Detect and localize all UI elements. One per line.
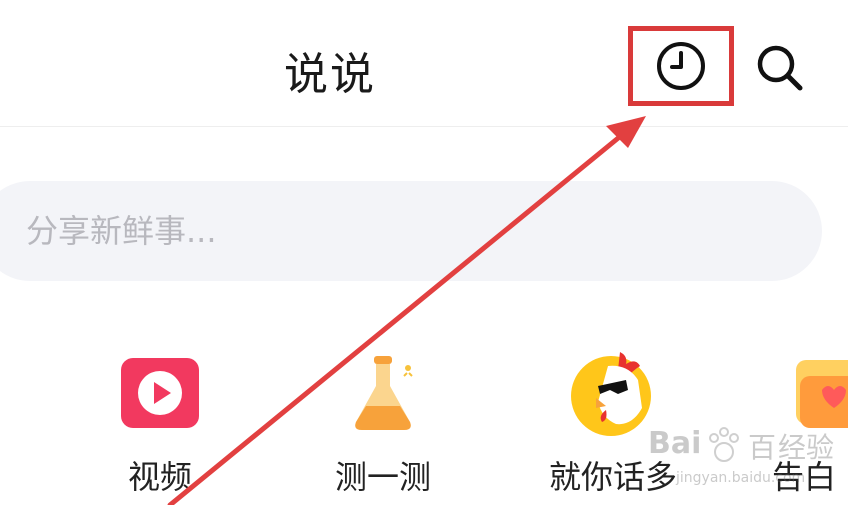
search-icon	[757, 45, 803, 91]
shortcut-video[interactable]: 视频	[75, 350, 245, 500]
shortcut-label: 告白	[772, 458, 837, 496]
history-button[interactable]	[628, 26, 734, 106]
shortcut-label: 视频	[127, 458, 192, 496]
rooster-sunglasses-icon	[571, 352, 651, 436]
clock-icon	[657, 42, 705, 90]
shortcut-test[interactable]: 测一测	[298, 350, 468, 500]
shortcut-talkative[interactable]: 就你话多	[528, 350, 698, 500]
video-play-icon	[121, 358, 199, 428]
shortcut-label: 就你话多	[548, 458, 677, 496]
page-title: 说说	[284, 49, 376, 100]
heart-card-icon	[796, 360, 848, 428]
shortcut-confession[interactable]: 告白	[726, 350, 848, 500]
app-screen: 说说 视频	[0, 0, 848, 505]
compose-input[interactable]	[0, 181, 822, 281]
flask-icon	[355, 356, 413, 430]
shortcut-label: 测一测	[334, 458, 431, 496]
top-bar: 说说	[0, 0, 848, 127]
search-button[interactable]	[748, 36, 812, 100]
